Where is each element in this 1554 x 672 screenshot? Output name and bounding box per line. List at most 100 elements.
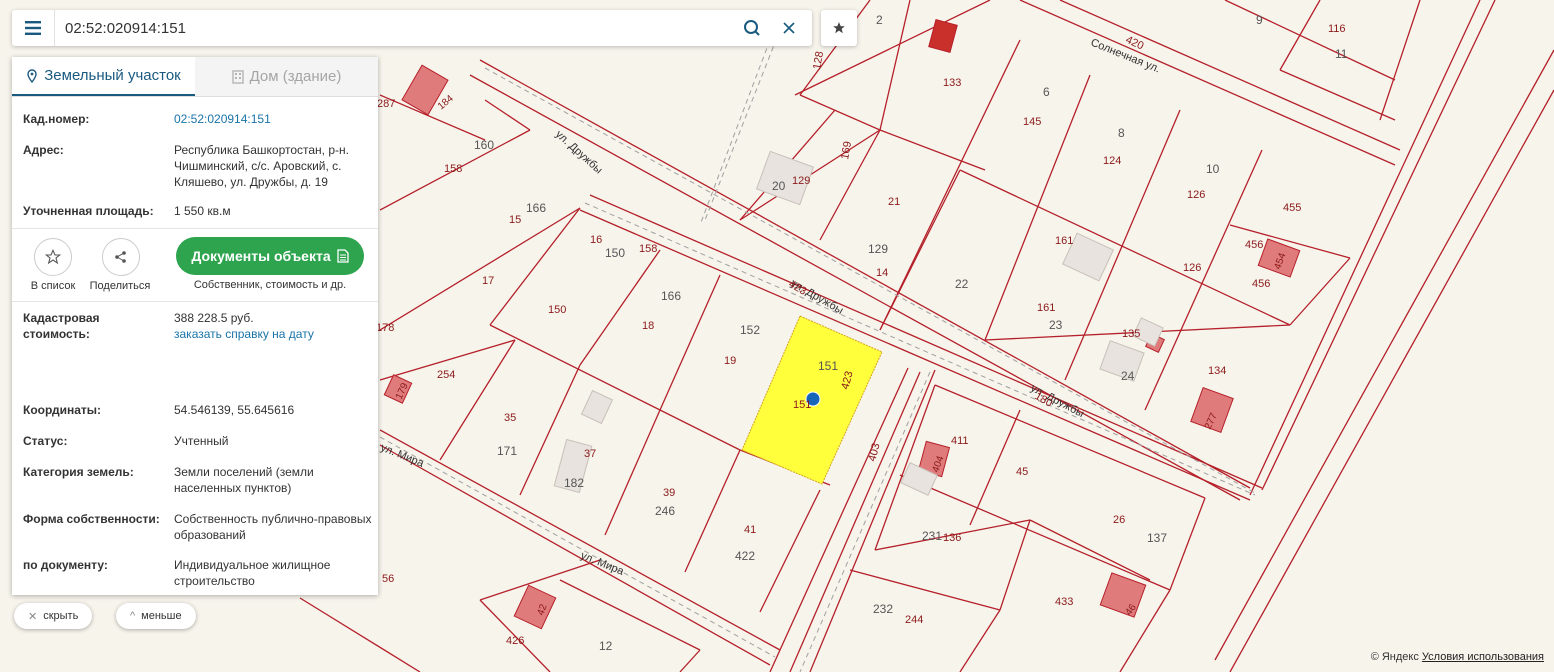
divider	[12, 228, 378, 229]
ownership-label: Форма собственности:	[23, 512, 160, 526]
tab-land-plot[interactable]: Земельный участок	[12, 57, 195, 96]
document-icon	[336, 249, 349, 263]
cadastral-number-value[interactable]: 02:52:020914:151	[174, 111, 374, 127]
parcel-number-label: 20	[772, 179, 786, 193]
parcel-number-label: 15	[509, 214, 521, 226]
cost-value: 388 228.5 руб.	[174, 311, 254, 325]
parcel-number-label: 137	[1147, 531, 1167, 545]
parcel-number-label: 129	[868, 242, 888, 256]
parcel-number-label: 11	[1335, 47, 1348, 61]
parcel-number-label: 16	[590, 234, 602, 246]
parcel-number-label: 455	[1283, 202, 1301, 214]
share-label: Поделиться	[89, 280, 151, 292]
share-button[interactable]	[102, 238, 140, 276]
parcel-number-label: 8	[1118, 126, 1125, 140]
parcel-number-label: 136	[943, 532, 961, 544]
parcel-number-label: 23	[1049, 318, 1063, 332]
parcel-number-label: 6	[1043, 85, 1050, 99]
parcel-number-label: 152	[740, 323, 760, 337]
star-outline-icon	[45, 249, 61, 265]
favorites-button[interactable]	[821, 10, 857, 46]
map-attribution: © Яндекс Условия использования	[1371, 651, 1544, 663]
parcel-number-label: 45	[1016, 466, 1028, 478]
parcel-number-label: 426	[506, 635, 524, 647]
parcel-number-label: 150	[605, 246, 625, 260]
parcel-number-label: 21	[888, 196, 900, 208]
parcel-number-label: 35	[504, 412, 516, 424]
parcel-number-label: 22	[955, 277, 969, 291]
status-value: Учтенный	[174, 434, 229, 448]
parcel-number-label: 178	[376, 322, 394, 334]
less-button[interactable]: ^ меньше	[116, 603, 196, 629]
documents-button-label: Документы объекта	[191, 248, 331, 264]
parcel-number-label: 171	[497, 444, 517, 458]
parcel-number-label: 116	[1328, 23, 1346, 35]
documents-button[interactable]: Документы объекта	[176, 237, 364, 275]
chevron-up-icon: ^	[130, 610, 136, 622]
category-label: Категория земель:	[23, 465, 134, 479]
parcel-number-label: 56	[382, 573, 394, 585]
parcel-number-label: 166	[526, 201, 546, 215]
add-to-list-button[interactable]	[34, 238, 72, 276]
parcel-number-label: 160	[474, 138, 494, 152]
parcel-number-label: 133	[943, 77, 961, 89]
location-pin-icon	[27, 68, 37, 83]
star-icon	[833, 22, 845, 34]
area-value: 1 550 кв.м	[174, 204, 231, 218]
parcel-number-label: 433	[1055, 596, 1073, 608]
less-label: меньше	[141, 610, 182, 622]
area-label: Уточненная площадь:	[23, 204, 154, 218]
parcel-number-label: 158	[639, 243, 657, 255]
parcel-number-label: 12	[599, 639, 613, 653]
divider	[12, 301, 378, 302]
share-icon	[115, 251, 126, 263]
add-to-list-label: В список	[30, 280, 76, 292]
by-document-value: Индивидуальное жилищное строительство	[174, 558, 331, 588]
parcel-number-label: 287	[377, 98, 395, 110]
parcel-number-label: 19	[724, 355, 736, 367]
close-icon[interactable]	[779, 18, 799, 38]
parcel-number-label: 246	[655, 504, 675, 518]
parcel-number-label: 37	[584, 448, 596, 460]
provider-label: © Яндекс	[1370, 651, 1419, 663]
parcel-number-label: 135	[1122, 328, 1140, 340]
parcel-number-label: 18	[642, 320, 654, 332]
parcel-number-label: 231	[922, 529, 942, 543]
by-document-label: по документу:	[23, 558, 108, 572]
close-small-icon: ✕	[28, 610, 38, 623]
status-label: Статус:	[23, 434, 68, 448]
tab-land-plot-label: Земельный участок	[44, 67, 181, 84]
info-panel: Земельный участок Дом (здание) Кад.номер…	[12, 57, 378, 595]
hide-button[interactable]: ✕ скрыть	[14, 603, 93, 629]
building-icon	[231, 69, 244, 84]
cost-label: Кадастровая стоимость:	[23, 311, 100, 341]
parcel-number-label: 26	[1113, 514, 1125, 526]
order-certificate-link[interactable]: заказать справку на дату	[174, 326, 374, 342]
parcel-number-label: 129	[792, 175, 810, 187]
parcel-number-label: 9	[1256, 13, 1263, 27]
ownership-value: Собственность публично-правовых образова…	[174, 512, 372, 542]
hide-label: скрыть	[43, 610, 79, 622]
parcel-number-label: 126	[1187, 189, 1205, 201]
parcel-number-label: 124	[1103, 155, 1121, 167]
parcel-number-label: 166	[661, 289, 681, 303]
parcel-number-label: 161	[1055, 235, 1073, 247]
parcel-number-label: 254	[437, 369, 455, 381]
parcel-number-label: 456	[1252, 278, 1270, 290]
parcel-number-label: 24	[1121, 369, 1135, 383]
search-bar	[12, 10, 812, 46]
panel-tabs: Земельный участок Дом (здание)	[12, 57, 378, 97]
parcel-number-label: 10	[1206, 162, 1220, 176]
parcel-number-label: 182	[564, 476, 584, 490]
search-input[interactable]	[65, 16, 705, 40]
search-icon[interactable]	[742, 18, 762, 38]
parcel-number-label: 411	[951, 435, 969, 447]
coordinates-label: Координаты:	[23, 403, 102, 417]
tab-building[interactable]: Дом (здание)	[195, 57, 378, 96]
category-value: Земли поселений (земли населенных пункто…	[174, 465, 314, 495]
parcel-number-label: 134	[1208, 365, 1226, 377]
menu-button[interactable]	[12, 10, 55, 46]
terms-link[interactable]: Условия использования	[1422, 651, 1544, 663]
parcel-number-label: 456	[1245, 239, 1263, 251]
parcel-number-label: 2	[876, 13, 883, 27]
